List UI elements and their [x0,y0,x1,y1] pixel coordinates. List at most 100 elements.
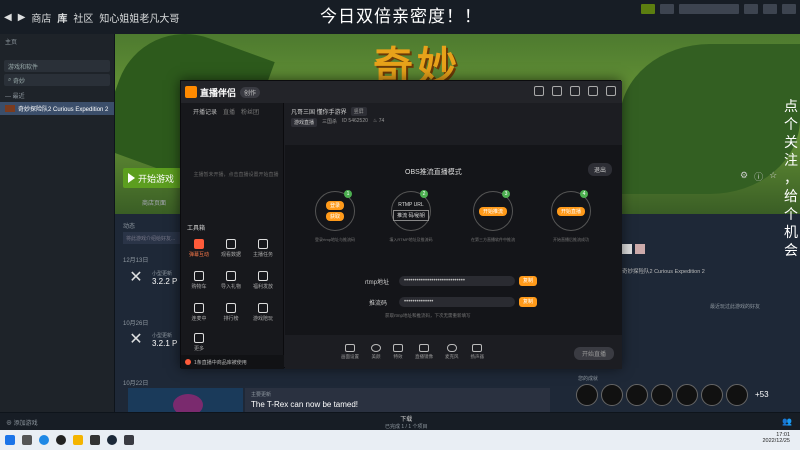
back-icon[interactable]: ◀ [4,12,12,23]
effects-button[interactable]: 特效 [393,344,403,360]
system-clock[interactable]: 17:01 2022/12/25 [762,432,790,444]
gift-icon[interactable] [534,86,544,96]
notification-icon[interactable] [660,4,674,14]
rtmp-field[interactable]: ••••••••••••••••••••••••••••• [399,276,515,286]
lock-icon[interactable] [552,86,562,96]
copy-rtmp-button[interactable]: 复制 [519,276,537,286]
tool-more[interactable]: 更多 [185,333,213,357]
store-page-link[interactable]: 商店页面 [142,198,166,207]
star-icon[interactable]: ☆ [769,170,777,183]
obs-hint: 获取rtmp地址和推流码，下次无需重新填写 [385,313,471,318]
nav-community[interactable]: 社区 [73,10,93,25]
tab-fans[interactable]: 粉丝团 [241,107,259,116]
account-menu[interactable] [679,4,739,14]
bell-icon[interactable] [588,86,598,96]
tool-ranking[interactable]: 排行榜 [217,303,245,327]
achievement-icon[interactable] [676,384,698,406]
step-3: 3 开始推流 [473,190,513,231]
tab-records[interactable]: 开播记录 [193,107,217,116]
friend-avatars[interactable] [622,244,645,254]
step-1-caption: 登录rtmp地址与推流码 [315,237,355,242]
steam-icon[interactable] [107,435,117,445]
step-start-live-button[interactable]: 开始直播 [556,206,585,216]
news-card-text[interactable]: 主要更新 The T-Rex can now be tamed! [245,388,550,412]
exit-button[interactable]: 退出 [587,163,612,176]
wrench-icon: ✕ [129,331,143,348]
room-title[interactable]: 凡哥三国 懂你手游界 [291,107,347,116]
activity-input[interactable]: 将此游戏介绍给好友... [123,232,180,244]
wrench-icon: ✕ [129,269,143,286]
achievements-row[interactable]: +53 [576,384,774,406]
tab-live[interactable]: 直播 [223,107,235,116]
microphone-button[interactable]: 麦克风 [445,344,459,360]
avatar[interactable] [635,244,645,254]
achievement-icon[interactable] [726,384,748,406]
nav-store[interactable]: 商店 [31,10,51,25]
start-push-button[interactable]: 开始推流 [478,206,507,216]
sidebar-game-item[interactable]: 奇妙探险队2 Curious Expedition 2 [0,102,114,115]
tool-welfare[interactable]: 福利发放 [249,271,277,295]
more-icon [194,333,204,343]
avatar[interactable] [622,244,632,254]
speaker-button[interactable]: 扬声器 [471,344,484,360]
tool-import[interactable]: 导入礼物 [217,271,245,295]
maximize-icon[interactable] [763,4,777,14]
stream-key-field[interactable]: •••••••••••••• [399,297,515,307]
get-button[interactable]: 获取 [325,212,344,221]
tool-link-mic[interactable]: 连麦中 [185,303,213,327]
login-button[interactable]: 登录 [325,201,344,210]
tool-viewers[interactable]: 观看数据 [217,239,245,263]
share-icon[interactable] [606,86,616,96]
category-tag[interactable]: 游戏直播 [291,118,318,127]
beauty-button[interactable]: 美颜 [371,344,381,360]
friends-chat-icon[interactable]: 👥 [782,417,792,426]
game-tag: 三国杀 [322,119,338,125]
tool-game[interactable]: 游戏陪玩 [249,303,277,327]
nav-profile[interactable]: 知心姐姐老凡大哥 [99,10,179,25]
achievement-icon[interactable] [651,384,673,406]
sidebar-search-input[interactable]: ⌕ 奇妙 [4,74,110,86]
copy-key-button[interactable]: 复制 [519,297,537,307]
achievement-icon[interactable] [626,384,648,406]
achievement-icon[interactable] [601,384,623,406]
windows-start-icon[interactable] [5,435,15,445]
message-icon[interactable] [570,86,580,96]
achievement-icon[interactable] [576,384,598,406]
mirror-button[interactable]: 直播镜像 [415,344,433,360]
broadcast-icon[interactable] [641,4,655,14]
live-window-header: 直播伴侣 创作 [181,81,622,103]
file-explorer-icon[interactable] [73,435,83,445]
add-game-button[interactable]: ⊕ 添加游戏 [6,418,38,427]
forward-icon[interactable]: ▶ [18,12,26,23]
obs-mode-panel: OBS推流直播模式 退出 1 登录 获取 登录rtmp地址与推流码 2 RTMP… [285,145,622,335]
obs-icon[interactable] [56,435,66,445]
info-icon[interactable]: ⓘ [754,170,763,183]
achievement-icon[interactable] [701,384,723,406]
close-icon[interactable] [782,4,796,14]
creator-badge[interactable]: 创作 [240,86,261,98]
news-item[interactable]: ✕ 小型更新 3.2.1 P [126,330,177,350]
play-button[interactable]: 开始游戏 [123,168,181,188]
mic-link-icon [194,303,204,313]
nav-library[interactable]: 库 [57,10,67,25]
tool-danmaku[interactable]: 弹幕互动 [185,239,213,263]
task-view-icon[interactable] [22,435,32,445]
news-item[interactable]: ✕ 小型更新 3.2.2 P [126,268,177,288]
edge-icon[interactable] [39,435,49,445]
left-panel-footer[interactable]: 1条直播中商品库被使用 [181,355,284,369]
tool-tasks[interactable]: 主播任务 [249,239,277,263]
gear-icon[interactable]: ⚙ [740,170,748,183]
screen-settings-button[interactable]: 画面设置 [341,344,359,360]
minimize-icon[interactable] [744,4,758,14]
sidebar-filter[interactable]: 游戏和软件 [4,60,110,72]
sidebar-home[interactable]: 主页 [0,34,114,48]
achievements-more[interactable]: +53 [755,384,769,406]
tool-cart[interactable]: 购物车 [185,271,213,295]
hot-count: ♨ 74 [372,118,385,124]
news-card-image[interactable] [128,388,243,412]
app-icon[interactable] [90,435,100,445]
game-thumbnail [5,105,15,112]
live-companion-icon[interactable] [124,435,134,445]
downloads-status[interactable]: 下载 已完成 1 / 1 个项目 [385,414,428,430]
start-live-button[interactable]: 开始直播 [573,347,614,360]
